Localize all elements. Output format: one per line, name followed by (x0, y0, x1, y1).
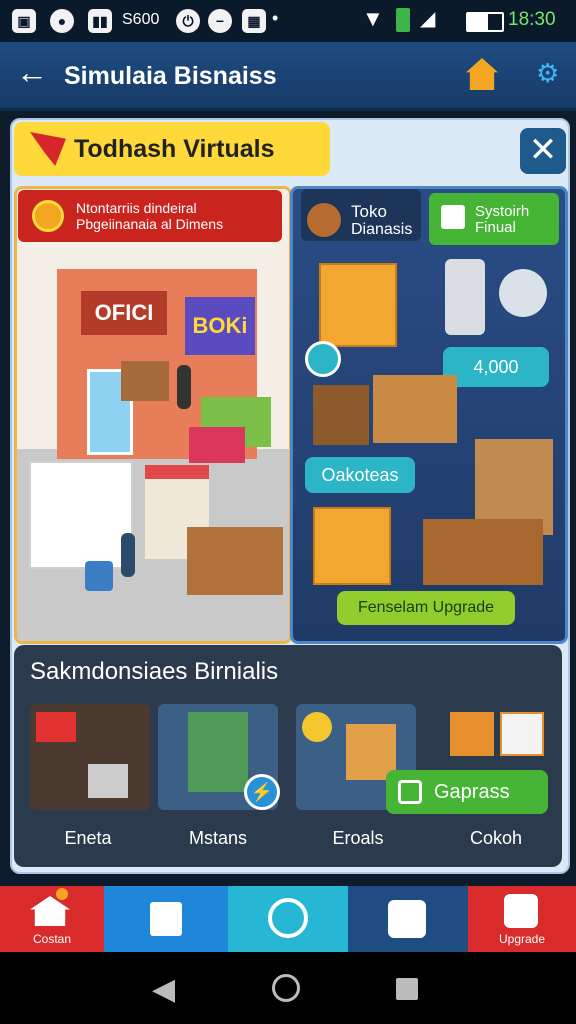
nav-stats[interactable] (104, 886, 228, 952)
signal-icon: ◢ (420, 8, 436, 30)
home-shop-icon[interactable] (466, 58, 498, 90)
nav-upgrade-label: Upgrade (498, 932, 546, 946)
warehouse-scene-card[interactable]: Toko Dianasis Systoirh Finual 4,000 Oako… (290, 186, 568, 644)
shelf-icon (188, 712, 248, 792)
sign-icon (36, 712, 76, 742)
minus-icon: − (208, 9, 232, 33)
back-icon[interactable]: ◀ (152, 972, 175, 1007)
store-scene-card[interactable]: OFICI BOKi (14, 186, 292, 644)
gift-icon (500, 712, 544, 756)
battery-icon (466, 12, 504, 32)
green-action-button[interactable]: Gaprass (386, 770, 548, 814)
chat-icon: ● (50, 9, 74, 33)
nav-explore[interactable] (228, 886, 348, 952)
coin-icon (32, 200, 64, 232)
nav-upgrade[interactable]: Upgrade (468, 886, 576, 952)
home-icon (30, 896, 70, 926)
tile-label-eroals: Eroals (332, 828, 384, 848)
dot-icon: • (272, 8, 279, 28)
upgrade-button[interactable]: Fenselam Upgrade (337, 591, 515, 625)
green-action-label: Gaprass (434, 781, 510, 803)
home-button-icon[interactable] (272, 974, 300, 1002)
scanner-device-icon (499, 269, 547, 317)
close-button[interactable]: ✕ (520, 128, 566, 174)
tablet-device-icon (445, 259, 485, 335)
close-icon: ✕ (528, 131, 558, 169)
tile-mstans[interactable]: ⚡ (158, 704, 280, 810)
compass-icon (268, 898, 308, 938)
cardboard-box (319, 263, 397, 347)
store-info-text: Ntontarriis dindeiral Pbgeiinanaia al Di… (76, 200, 224, 232)
nav-home[interactable]: Costan (0, 886, 104, 952)
display-stand (423, 519, 543, 585)
pink-crate (189, 427, 245, 463)
value-pill: 4,000 (443, 347, 549, 387)
document-icon (398, 780, 422, 804)
gold-coin-icon (302, 712, 332, 742)
flag-icon (30, 132, 66, 166)
store-sign: OFICI (81, 291, 167, 335)
inventory-icon (388, 900, 426, 938)
display-counter (29, 461, 133, 569)
toko-subtitle: Dianasis (351, 221, 413, 238)
tile-label-eneta: Eneta (64, 828, 112, 848)
battery-saver-icon (396, 8, 410, 32)
tile-label-cokoh: Cokoh (469, 828, 523, 848)
page-title: Simulaia Bisnaiss (64, 62, 277, 90)
machine-block (313, 385, 369, 445)
tile-label-mstans: Mstans (188, 828, 248, 848)
upgrade-icon (504, 894, 538, 928)
barrel-icon (307, 203, 341, 237)
app-header: ← Simulaia Bisnaiss ⚙ (0, 42, 576, 111)
tile-eneta[interactable] (30, 704, 150, 810)
shopping-basket-icon (85, 561, 113, 591)
section-title: Sakmdonsiaes Birnialis (30, 658, 279, 685)
product-shelf (121, 361, 169, 401)
notification-badge (56, 888, 68, 900)
stats-icon (150, 902, 182, 936)
cardboard-box-2 (313, 507, 391, 585)
back-arrow-icon[interactable]: ← (16, 54, 48, 91)
customer-figure (121, 533, 135, 577)
power-icon: ⏻ (176, 9, 200, 33)
produce-table (187, 527, 283, 595)
system-navigation-bar: ◀ (0, 952, 576, 1024)
grid-icon: ▦ (242, 9, 266, 33)
status-bar: ▣ ● ▮▮ S600 ⏻ − ▦ • ▼ ◢ 18:30 (0, 0, 576, 42)
nav-home-label: Costan (32, 932, 72, 946)
settings-icon[interactable]: ⚙ (536, 58, 559, 89)
system-subtitle: Finual (475, 219, 516, 236)
chart-icon (441, 205, 465, 229)
shopkeeper-figure (177, 365, 191, 409)
recents-icon[interactable] (396, 978, 418, 1000)
rocket-icon[interactable] (305, 341, 341, 377)
billboard-sign: BOKi (185, 297, 255, 355)
share-icon[interactable]: ⚡ (244, 774, 280, 810)
wifi-icon: ▼ (362, 6, 384, 31)
network-label: S600 (122, 11, 160, 28)
toko-title: Toko (351, 202, 387, 221)
clock: 18:30 (508, 9, 556, 30)
stacked-boxes (373, 375, 457, 443)
gallery-icon: ▣ (12, 9, 36, 33)
app-icon: ▮▮ (88, 9, 112, 33)
status-pill: Oakoteas (305, 457, 415, 493)
system-title: Systoirh (475, 203, 530, 220)
banner-title: Todhash Virtuals (74, 135, 275, 163)
nav-inventory[interactable] (348, 886, 468, 952)
cart-icon (88, 764, 128, 798)
package-icon (450, 712, 494, 756)
